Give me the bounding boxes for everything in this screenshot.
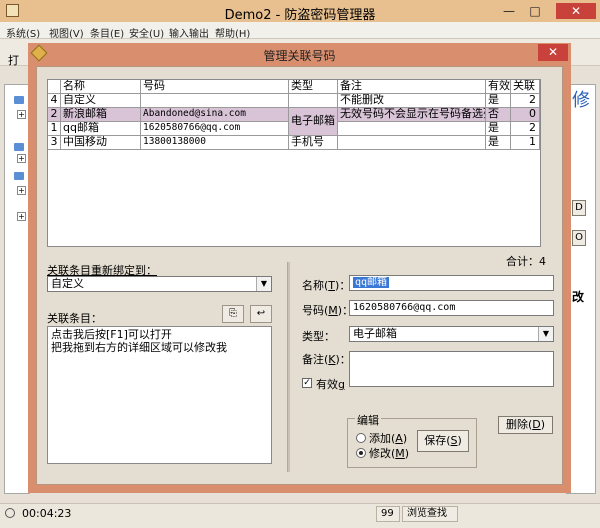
status-time: 00:04:23 [22, 507, 72, 520]
minimize-button[interactable]: — [498, 3, 520, 19]
cell-valid[interactable]: 是 [486, 136, 511, 150]
row-index[interactable]: 3 [48, 136, 61, 150]
folder-icon [14, 143, 24, 151]
cell-links[interactable]: 0 [511, 108, 540, 122]
cell-valid[interactable]: 是 [486, 122, 511, 136]
cell-note[interactable] [338, 122, 486, 136]
linked-entries-label: 关联条目： [47, 312, 102, 325]
cell-number[interactable] [141, 94, 289, 108]
panel-divider [287, 262, 290, 472]
clock-icon [5, 508, 15, 518]
number-field-label: 号码(M)： [302, 304, 354, 317]
row-index[interactable]: 1 [48, 122, 61, 136]
status-count: 99 [376, 506, 400, 522]
column-header-type[interactable]: 类型 [289, 80, 338, 94]
main-close-button[interactable]: ✕ [556, 3, 596, 19]
column-header-name[interactable]: 名称 [61, 80, 141, 94]
toolbar-open-label[interactable]: 打 [8, 52, 19, 68]
list-item[interactable]: 把我拖到右方的详细区域可以修改我 [51, 341, 268, 354]
return-icon[interactable]: ↩ [250, 305, 272, 323]
type-select[interactable]: 电子邮箱 ▼ [349, 326, 554, 342]
menu-system[interactable]: 系统(S) [6, 25, 40, 40]
delete-button[interactable]: 删除(D) [498, 416, 553, 434]
type-select-value: 电子邮箱 [353, 327, 397, 340]
main-side-button[interactable]: D [572, 200, 586, 216]
chevron-down-icon[interactable]: ▼ [256, 277, 271, 291]
tree-expand-icon[interactable]: + [17, 212, 26, 221]
tree-expand-icon[interactable]: + [17, 154, 26, 163]
menu-help[interactable]: 帮助(H) [215, 25, 250, 40]
cell-type[interactable]: 手机号 [289, 136, 338, 150]
cell-number[interactable]: 13800138000 [141, 136, 289, 150]
folder-icon [14, 96, 24, 104]
note-field-label: 备注(K)： [302, 353, 351, 366]
menu-import-export[interactable]: 输入输出 [169, 25, 209, 40]
column-header-note[interactable]: 备注 [338, 80, 486, 94]
valid-checkbox[interactable]: ✓ [302, 378, 312, 388]
rebind-select[interactable]: 自定义 ▼ [47, 276, 272, 292]
dialog-close-button[interactable]: ✕ [538, 44, 568, 61]
cell-note[interactable]: 不能删改 [338, 94, 486, 108]
valid-checkbox-label: 有效g [316, 378, 345, 391]
rebind-select-value: 自定义 [51, 277, 84, 290]
column-header-links[interactable]: 关联 [511, 80, 540, 94]
cell-name[interactable]: qq邮箱 [61, 122, 141, 136]
column-header-valid[interactable]: 有效 [486, 80, 511, 94]
add-mode-label: 添加(A) [369, 432, 408, 445]
note-field[interactable] [349, 351, 554, 387]
cell-note[interactable] [338, 136, 486, 150]
cell-name[interactable]: 中国移动 [61, 136, 141, 150]
row-index[interactable]: 4 [48, 94, 61, 108]
menu-view[interactable]: 视图(V) [49, 25, 84, 40]
menu-security[interactable]: 安全(U) [129, 25, 164, 40]
cell-number[interactable]: 1620580766@qq.com [141, 122, 289, 136]
name-field[interactable]: qq邮箱 [349, 275, 554, 291]
number-field[interactable]: 1620580766@qq.com [349, 300, 554, 316]
cell-links[interactable]: 1 [511, 136, 540, 150]
cell-note[interactable]: 无效号码不会显示在号码备选列 [338, 108, 486, 122]
cell-valid[interactable]: 否 [486, 108, 511, 122]
maximize-button[interactable]: □ [524, 3, 546, 19]
tree-expand-icon[interactable]: + [17, 186, 26, 195]
add-mode-radio[interactable] [356, 433, 366, 443]
row-index[interactable]: 2 [48, 108, 61, 122]
edit-mode-group-label: 编辑 [355, 412, 381, 428]
dialog-title: 管理关联号码 [263, 49, 336, 63]
cell-valid[interactable]: 是 [486, 94, 511, 108]
linked-entries-list[interactable]: 点击我后按[F1]可以打开 把我拖到右方的详细区域可以修改我 [47, 326, 272, 464]
cell-name[interactable]: 自定义 [61, 94, 141, 108]
modify-mode-label: 修改(M) [369, 447, 410, 460]
copy-icon[interactable]: ⎘ [222, 305, 244, 323]
name-field-value: qq邮箱 [353, 277, 390, 288]
cell-type-merged[interactable]: 电子邮箱 [289, 108, 338, 136]
menu-entry[interactable]: 条目(E) [90, 25, 124, 40]
main-side-button[interactable]: O [572, 230, 586, 246]
folder-icon [14, 172, 24, 180]
modify-mode-radio[interactable] [356, 448, 366, 458]
cell-number[interactable]: Abandoned@sina.com [141, 108, 289, 122]
table-corner [48, 80, 61, 94]
cell-links[interactable]: 2 [511, 122, 540, 136]
status-mode: 浏览查找 [402, 506, 458, 522]
cell-type[interactable] [289, 94, 338, 108]
numbers-table[interactable]: 名称 号码 类型 备注 有效 关联 4 自定义 不能删改 是 2 2 新浪邮箱 … [47, 79, 541, 247]
main-detail-glyph: 修 [572, 90, 590, 111]
main-side-label: 改 [572, 290, 585, 304]
total-count: 合计：4 [506, 255, 546, 268]
save-button[interactable]: 保存(S) [417, 430, 469, 452]
name-field-label: 名称(T)： [302, 279, 351, 292]
cell-links[interactable]: 2 [511, 94, 540, 108]
cell-name[interactable]: 新浪邮箱 [61, 108, 141, 122]
tree-expand-icon[interactable]: + [17, 110, 26, 119]
statusbar [0, 503, 600, 528]
chevron-down-icon[interactable]: ▼ [538, 327, 553, 341]
type-field-label: 类型： [302, 330, 335, 343]
column-header-number[interactable]: 号码 [141, 80, 289, 94]
list-item[interactable]: 点击我后按[F1]可以打开 [51, 328, 268, 341]
